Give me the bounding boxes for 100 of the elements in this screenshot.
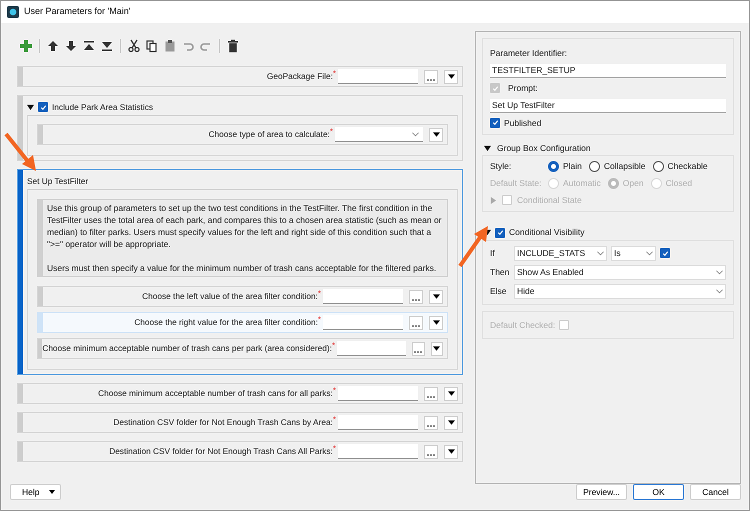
help-button[interactable]: Help — [10, 484, 61, 500]
paste-icon[interactable] — [163, 39, 177, 53]
ok-button[interactable]: OK — [633, 484, 684, 500]
input-field[interactable] — [323, 315, 403, 330]
parameter-row[interactable]: Choose minimum acceptable number of trash cans for all parks:* — [17, 383, 463, 404]
drag-handle[interactable] — [38, 339, 42, 358]
drag-handle[interactable] — [18, 67, 23, 86]
browse-button[interactable] — [409, 290, 423, 304]
parameter-label: Choose the right value for the area filter condition: — [134, 316, 318, 329]
checkmark-icon — [492, 119, 498, 126]
collapsed-triangle-icon[interactable] — [490, 196, 497, 204]
expand-triangle-icon[interactable] — [27, 104, 34, 110]
browse-button[interactable] — [424, 416, 438, 430]
description-text: Use this group of parameters to set up the two test conditions in the TestFilter. The first condition in the TestFilter uses the total area of each park, and compares this to a chosen area statistic (such as mean or median) to filter parks. Users must specify values for the left and right side of this condition such that a ">=" operator will be appropriate. — [47, 202, 443, 250]
field-label: Default Checked: — [490, 318, 556, 332]
copy-icon[interactable] — [145, 39, 159, 53]
arrow-up-icon[interactable] — [46, 39, 60, 53]
app-icon — [7, 6, 19, 18]
required-marker: * — [332, 70, 336, 78]
menu-button[interactable] — [444, 444, 458, 458]
drag-handle[interactable] — [38, 125, 43, 144]
text-field[interactable]: Set Up TestFilter — [490, 98, 726, 112]
checkbox[interactable] — [490, 118, 500, 128]
triangle-down-icon — [448, 420, 454, 425]
text-field[interactable]: TESTFILTER_SETUP — [490, 64, 726, 78]
dropdown-field[interactable]: Hide — [514, 284, 726, 298]
parameter-row[interactable]: Destination CSV folder for Not Enough Trash Cans All Parks:* — [17, 441, 463, 462]
radio-button[interactable] — [548, 161, 559, 172]
input-field[interactable] — [338, 444, 418, 459]
radio-label: Automatic — [563, 177, 601, 190]
dropdown-field[interactable]: Is — [611, 246, 656, 260]
checkbox[interactable] — [38, 102, 48, 112]
input-field[interactable] — [338, 415, 418, 430]
parameter-row[interactable]: Choose type of area to calculate:* — [37, 124, 448, 145]
triangle-down-icon — [433, 346, 440, 351]
required-marker: * — [318, 290, 321, 298]
drag-handle[interactable] — [18, 170, 23, 374]
combo-field[interactable] — [335, 127, 423, 142]
parameter-row[interactable]: Choose the left value of the area filter condition:* — [37, 286, 448, 307]
triangle-down-icon — [432, 320, 440, 325]
triangle-down-icon — [448, 74, 454, 79]
checkmark-icon — [40, 104, 46, 110]
checkbox[interactable] — [660, 248, 670, 258]
browse-button[interactable] — [424, 386, 438, 400]
menu-button[interactable] — [444, 70, 458, 84]
parameter-row[interactable]: Destination CSV folder for Not Enough Trash Cans by Area:* — [17, 412, 463, 433]
move-bottom-icon[interactable] — [100, 39, 114, 53]
cancel-button[interactable]: Cancel — [690, 484, 741, 500]
parameter-group[interactable] — [17, 169, 463, 375]
browse-button[interactable] — [409, 316, 423, 330]
radio-label: Collapsible — [604, 160, 646, 173]
cut-icon[interactable] — [127, 39, 141, 53]
drag-handle[interactable] — [18, 96, 23, 160]
input-field[interactable] — [323, 289, 403, 304]
radio-button[interactable] — [588, 161, 600, 172]
input-field[interactable] — [337, 341, 406, 356]
menu-button[interactable] — [429, 128, 443, 142]
input-field[interactable] — [338, 69, 418, 84]
delete-icon[interactable] — [226, 39, 240, 53]
group-title: Include Park Area Statistics — [52, 100, 153, 114]
required-marker: * — [332, 342, 336, 350]
drag-handle[interactable] — [18, 413, 23, 432]
menu-button[interactable] — [444, 416, 458, 430]
browse-button[interactable] — [412, 342, 425, 356]
annotation-arrow — [457, 225, 491, 269]
drag-handle[interactable] — [38, 313, 43, 332]
parameter-row[interactable]: GeoPackage File:* — [17, 66, 463, 87]
drag-handle[interactable] — [18, 442, 23, 461]
drag-handle[interactable] — [38, 287, 43, 306]
parameter-label: Choose the left value of the area filter condition: — [142, 290, 318, 303]
required-marker: * — [332, 387, 336, 395]
radio-button[interactable] — [652, 161, 664, 172]
section-title: Group Box Configuration — [497, 142, 591, 155]
menu-button[interactable] — [429, 290, 443, 304]
field-label: If — [490, 246, 496, 260]
window-title: User Parameters for 'Main' — [24, 5, 130, 18]
drag-handle[interactable] — [18, 384, 23, 403]
menu-button[interactable] — [429, 316, 443, 330]
add-icon[interactable] — [19, 39, 33, 53]
move-top-icon[interactable] — [82, 39, 96, 53]
checkbox[interactable] — [495, 228, 505, 238]
field-label: Style: — [490, 160, 512, 173]
dropdown-field[interactable]: Show As Enabled — [514, 264, 726, 280]
menu-button[interactable] — [444, 386, 458, 400]
checkmark-icon — [662, 250, 668, 256]
parameter-row[interactable]: Choose minimum acceptable number of trash cans per park (area considered):* — [37, 338, 448, 359]
preview-button[interactable]: Preview... — [576, 484, 627, 500]
dropdown-field[interactable]: INCLUDE_STATS — [514, 246, 607, 260]
browse-button[interactable] — [424, 70, 438, 84]
checkmark-icon — [492, 84, 498, 92]
parameter-group[interactable]: Include Park Area Statistics Choose type of area to calculate:* — [17, 95, 463, 161]
menu-button[interactable] — [430, 342, 443, 356]
radio-label: Checkable — [668, 160, 708, 173]
parameter-row[interactable]: Choose the right value for the area filter condition:* — [37, 312, 448, 333]
browse-button[interactable] — [424, 444, 438, 458]
parameter-label: Destination CSV folder for Not Enough Trash Cans All Parks: — [109, 445, 333, 458]
field-label: Parameter Identifier: — [490, 47, 568, 60]
arrow-down-icon[interactable] — [64, 39, 78, 53]
expand-triangle-icon[interactable] — [484, 144, 491, 152]
input-field[interactable] — [338, 386, 418, 401]
